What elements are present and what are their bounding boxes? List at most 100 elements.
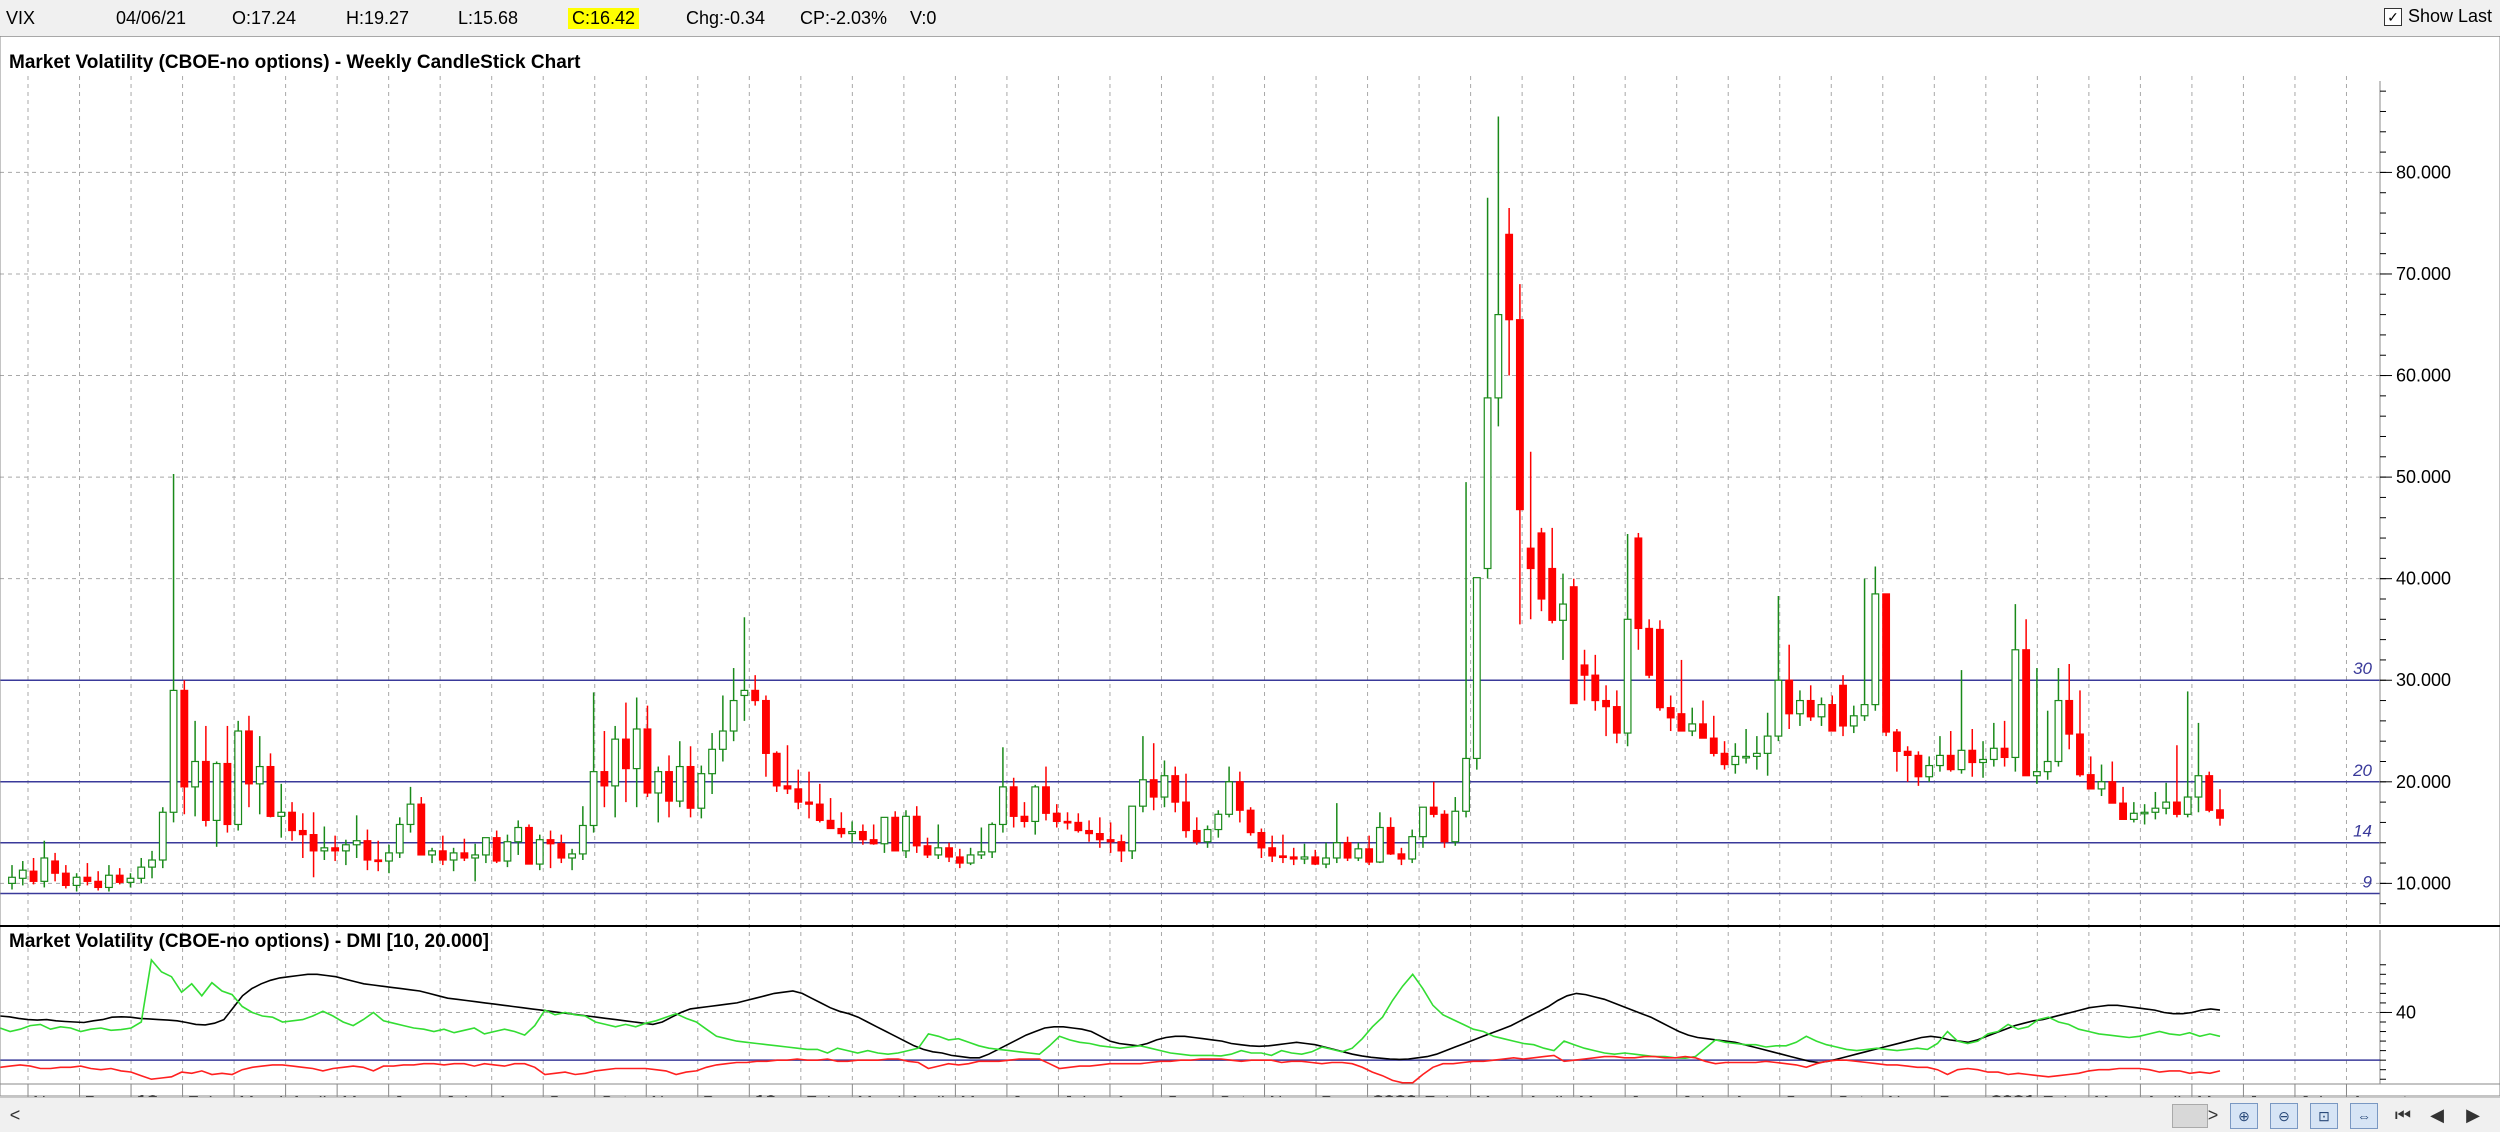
candle-body (1042, 786, 1050, 814)
candle-body (471, 854, 480, 859)
candle-body (1817, 704, 1826, 718)
candle-body (1914, 754, 1923, 778)
horizontal-scrollbar[interactable]: < > ⊕ ⊖ ⊡ ⇔ ⏮ ◀ ▶ (0, 1097, 2500, 1132)
candle-body (255, 765, 264, 785)
candle-body (2151, 807, 2160, 813)
candle-body (8, 876, 16, 884)
candle-body (1882, 593, 1891, 733)
main-chart-title: Market Volatility (CBOE-no options) - We… (9, 52, 581, 73)
scroll-left-button[interactable]: < (2, 1103, 28, 1127)
candle-body (374, 859, 383, 863)
candle-body (1742, 755, 1751, 759)
candle-body (837, 827, 846, 835)
x-axis: NovDec18FebMarchAprilMayJuneJulyAugSepOc… (27, 1084, 2408, 1097)
candle-body (104, 874, 113, 889)
show-last-checkbox[interactable]: ✓ (2383, 7, 2402, 26)
first-page-icon[interactable]: ⏮ (2390, 1103, 2416, 1127)
candle-body (675, 765, 684, 802)
chart-area[interactable]: 30 20 14 9 40 10.000 20.000 30.000 40.000 50.00… (0, 36, 2500, 1097)
candle-body (643, 728, 652, 794)
candle-body (977, 851, 986, 856)
candle-body (1763, 735, 1772, 754)
candle-body (805, 801, 813, 805)
candle-body (546, 839, 555, 845)
candle-body (1645, 627, 1654, 676)
candle-body (2032, 771, 2041, 777)
candle-body (1612, 706, 1621, 734)
candle-body (2065, 699, 2074, 735)
candle-body (2097, 781, 2106, 790)
candle-body (2140, 811, 2149, 815)
candle-body (902, 815, 910, 852)
candle-body (363, 840, 372, 861)
candle-body (611, 738, 620, 787)
candle-body (1655, 628, 1664, 709)
candle-body (1839, 684, 1847, 727)
candle-body (1871, 593, 1880, 706)
candle-body (395, 823, 404, 854)
candle-body (1074, 821, 1083, 832)
scroll-right-button[interactable]: > (2200, 1103, 2226, 1127)
level-label: 20 (2352, 761, 2372, 780)
candle-body (1849, 715, 1858, 727)
candle-body (1989, 747, 1998, 761)
candle-body (578, 824, 587, 855)
candle-body (1591, 674, 1600, 702)
candle-body (762, 699, 770, 754)
candle-body (751, 689, 760, 702)
show-last-toggle[interactable]: ✓ Show Last (2383, 6, 2492, 27)
candle-body (1537, 532, 1546, 600)
y-axes: 10.000 20.000 30.000 40.000 50.000 60.000 70.0… (2379, 81, 2451, 924)
candle-body (815, 803, 824, 822)
candle-body (417, 803, 426, 856)
candle-body (2216, 809, 2224, 819)
candle-body (2054, 699, 2063, 763)
candle-body (1892, 731, 1901, 752)
candle-body (1569, 586, 1578, 705)
candle-body (2162, 801, 2171, 809)
dmi-y-tick-label: 40 (2396, 1002, 2416, 1022)
zoom-out-icon[interactable]: ⊖ (2270, 1103, 2298, 1129)
candle-body (1375, 826, 1384, 863)
next-page-icon[interactable]: ▶ (2460, 1103, 2486, 1127)
high-value: H:19.27 (346, 8, 410, 28)
candle-body (234, 730, 243, 826)
candle-body (1397, 853, 1406, 860)
candle-body (1095, 833, 1104, 841)
scroll-both-icon[interactable]: ⇔ (2350, 1103, 2378, 1129)
candle-body (1796, 699, 1804, 715)
level-label: 30 (2353, 659, 2372, 678)
candle-body (201, 760, 210, 822)
zoom-in-icon[interactable]: ⊕ (2230, 1103, 2258, 1129)
candle-body (460, 852, 469, 859)
candle-body (514, 826, 523, 843)
candle-body (708, 748, 717, 775)
candle-body (83, 876, 92, 882)
candle-body (1343, 842, 1352, 859)
candle-body (1828, 704, 1837, 732)
candle-body (1149, 779, 1158, 798)
candle-body (1279, 855, 1287, 859)
candle-body (826, 819, 835, 830)
candle-body (2011, 649, 2020, 759)
candle-body (869, 839, 878, 845)
candle-body (438, 850, 447, 861)
candle-body (1386, 826, 1395, 855)
candle-body (955, 856, 964, 864)
candle-body (180, 689, 189, 788)
candle-body (858, 830, 867, 841)
volume-value: V:0 (910, 8, 937, 28)
candle-body (1085, 829, 1094, 835)
candle-body (331, 847, 340, 852)
previous-page-icon[interactable]: ◀ (2424, 1103, 2450, 1127)
candle-body (2205, 775, 2214, 811)
candle-body (1214, 813, 1223, 831)
candle-body (665, 771, 673, 802)
y-tick-label: 50.000 (2396, 467, 2451, 487)
candle-body (1429, 806, 1438, 815)
candle-body (1515, 319, 1524, 511)
candle-body (298, 829, 307, 836)
y-tick-label: 80.000 (2396, 162, 2451, 182)
zoom-fit-icon[interactable]: ⊡ (2310, 1103, 2338, 1129)
candle-body (1182, 801, 1190, 832)
